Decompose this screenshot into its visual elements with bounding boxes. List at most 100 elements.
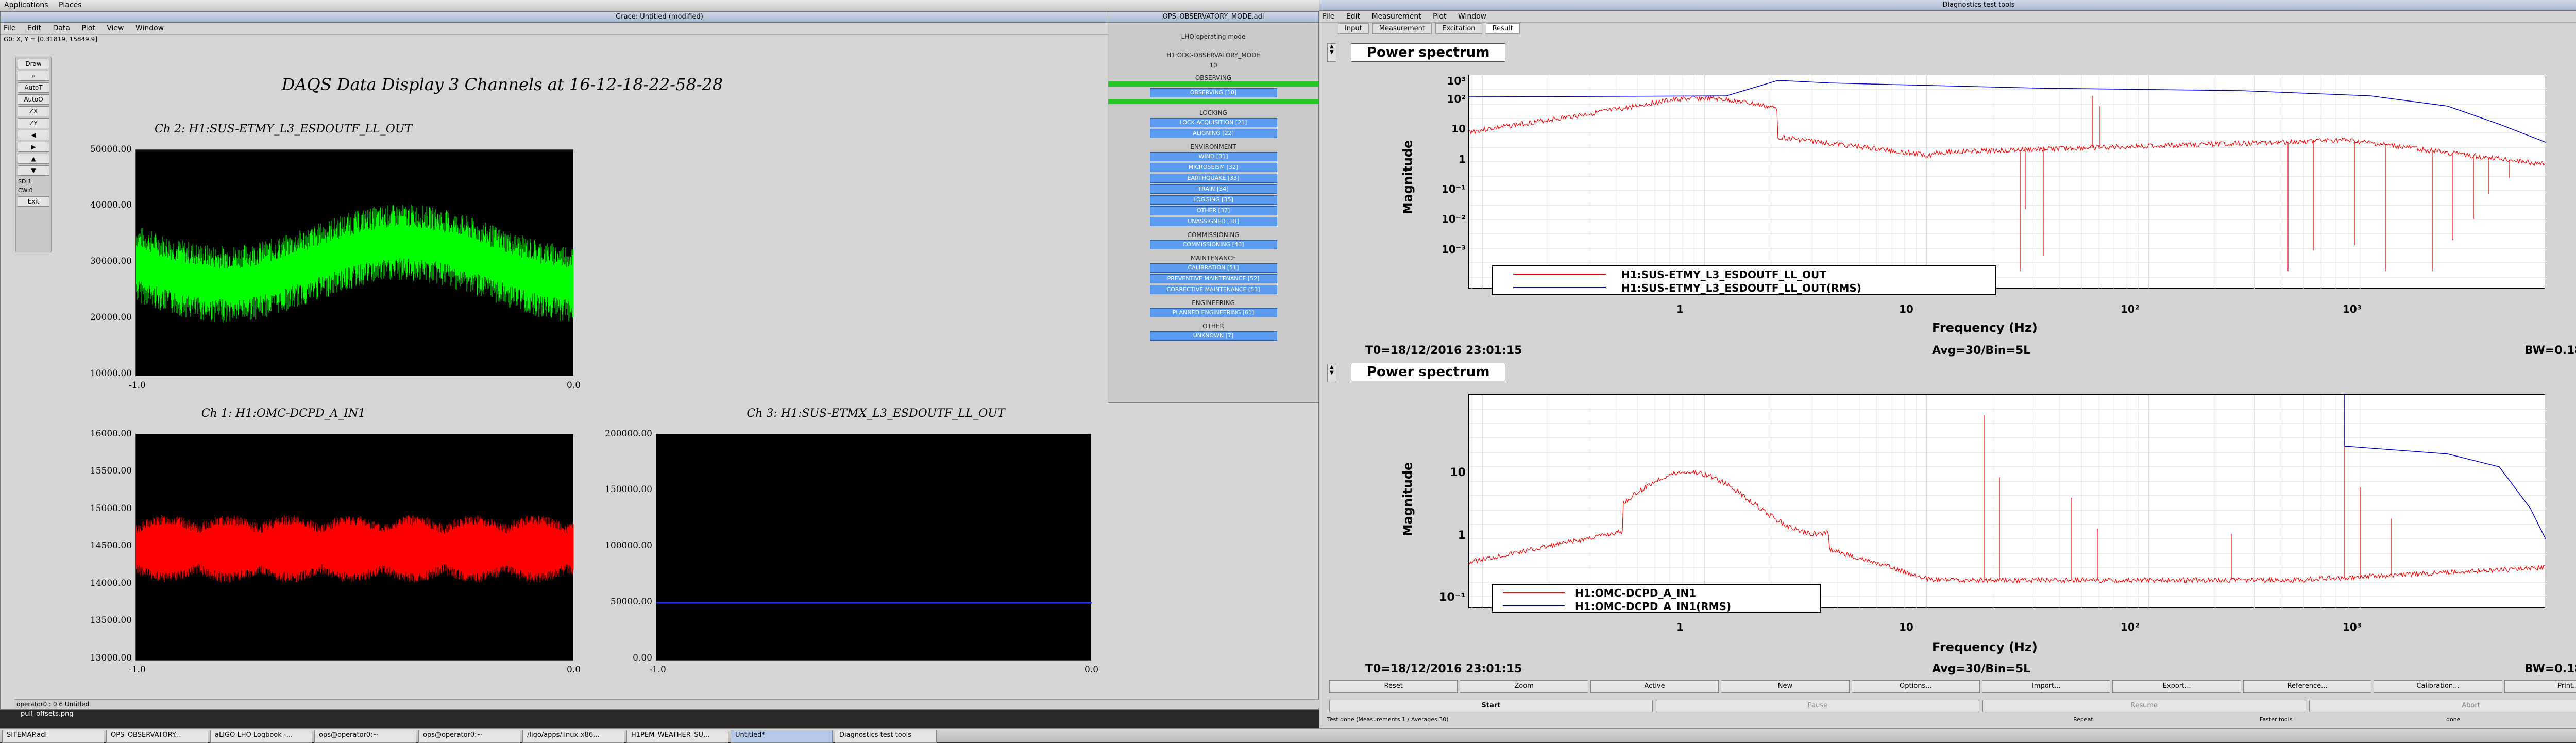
diag-status-done: done <box>2446 716 2461 723</box>
diag-status-bar: Test done (Measurements 1 / Averages 30)… <box>1327 716 2576 725</box>
resume-button[interactable]: Resume <box>1982 700 2306 712</box>
menu-plot[interactable]: Plot <box>81 24 95 32</box>
p1-ytick: 10 <box>1451 123 1466 135</box>
abort-button[interactable]: Abort <box>2309 700 2576 712</box>
task-apps-folder[interactable]: /ligo/apps/linux-x86... <box>522 730 624 743</box>
reference-button[interactable]: Reference... <box>2243 680 2372 693</box>
menu-window[interactable]: Window <box>135 24 164 32</box>
mode-button[interactable]: ALIGNING [22] <box>1149 129 1277 138</box>
mode-button[interactable]: LOGGING [35] <box>1149 195 1277 205</box>
new-button[interactable]: New <box>1721 680 1850 693</box>
menu-file[interactable]: File <box>4 24 15 32</box>
active-button[interactable]: Active <box>1590 680 1719 693</box>
zoom-y-button[interactable]: ZY <box>18 118 49 128</box>
tab-measurement[interactable]: Measurement <box>1372 23 1432 34</box>
task-grace-untitled[interactable]: Untitled* <box>731 730 833 743</box>
start-button[interactable]: Start <box>1329 700 1653 712</box>
mode-button[interactable]: LOCK ACQUISITION [21] <box>1149 118 1277 127</box>
ch1-plot[interactable] <box>135 434 574 661</box>
obs-section-header: ENGINEERING <box>1192 299 1235 307</box>
mode-button[interactable]: UNASSIGNED [38] <box>1149 217 1277 226</box>
zoom-icon[interactable]: ⌕ <box>18 71 49 81</box>
ch1-xtick: 0.0 <box>567 665 581 675</box>
mode-button[interactable]: EARTHQUAKE [33] <box>1149 174 1277 183</box>
export-button[interactable]: Export... <box>2112 680 2241 693</box>
arrow-up-icon[interactable]: ▲ <box>18 154 49 164</box>
autoscale-button[interactable]: AutoT <box>18 82 49 93</box>
task-logbook[interactable]: aLIGO LHO Logbook -... <box>210 730 312 743</box>
pause-button[interactable]: Pause <box>1656 700 1979 712</box>
mode-button[interactable]: PREVENTIVE MAINTENANCE [52] <box>1149 274 1277 283</box>
diag-menu-measurement[interactable]: Measurement <box>1371 12 1421 21</box>
options-button[interactable]: Options... <box>1851 680 1980 693</box>
set-display: SD:1 <box>18 178 32 185</box>
mode-button[interactable]: COMMISSIONING [40] <box>1149 240 1277 249</box>
mode-button[interactable]: OTHER [37] <box>1149 206 1277 215</box>
mode-button[interactable]: CALIBRATION [51] <box>1149 263 1277 273</box>
autoorient-button[interactable]: AutoO <box>18 94 49 105</box>
ch2-ytick: 50000.00 <box>90 144 132 155</box>
arrow-left-icon[interactable]: ◀ <box>18 130 49 140</box>
arrow-right-icon[interactable]: ▶ <box>18 142 49 152</box>
ch3-trace <box>656 602 1092 604</box>
diag-menu-file[interactable]: File <box>1323 12 1334 21</box>
panel1-plot[interactable] <box>1468 75 2546 289</box>
mode-button[interactable]: CORRECTIVE MAINTENANCE [53] <box>1149 285 1277 294</box>
arrow-down-icon[interactable]: ▼ <box>18 165 49 176</box>
diag-title: Diagnostics test tools <box>1319 0 2576 11</box>
ch2-trace <box>135 205 574 323</box>
task-terminal-2[interactable]: ops@operator0:~ <box>418 730 520 743</box>
draw-button[interactable]: Draw <box>18 59 49 69</box>
zoom-button[interactable]: Zoom <box>1460 680 1588 693</box>
panel2-svg <box>1468 384 2546 609</box>
ch1-trace <box>135 515 574 583</box>
import-button[interactable]: Import... <box>1982 680 2111 693</box>
p2-ytick: 10 <box>1450 466 1466 479</box>
panel2-label: Power spectrum <box>1351 363 1506 381</box>
ch3-yaxis: 200000.00 150000.00 100000.00 50000.00 0… <box>598 429 654 666</box>
desktop-file-label[interactable]: pull_offsets.png <box>21 710 74 718</box>
task-terminal-1[interactable]: ops@operator0:~ <box>314 730 416 743</box>
panel2-plot[interactable] <box>1468 384 2546 609</box>
reset-button[interactable]: Reset <box>1329 680 1458 693</box>
places-menu[interactable]: Places <box>55 0 86 10</box>
panel1-label: Power spectrum <box>1351 43 1506 62</box>
diag-menu-window[interactable]: Window <box>1458 12 1486 21</box>
print-button[interactable]: Print... <box>2504 680 2576 693</box>
p2-xtick: 10 <box>1899 621 1913 633</box>
diag-menu-bar: File Edit Measurement Plot Window <box>1319 11 2576 23</box>
task-weather[interactable]: H1PEM_WEATHER_SU... <box>626 730 728 743</box>
mode-button[interactable]: TRAIN [34] <box>1149 184 1277 194</box>
taskbar: SITEMAP.adl OPS_OBSERVATORY... aLIGO LHO… <box>0 728 2576 743</box>
task-ops-observatory[interactable]: OPS_OBSERVATORY... <box>106 730 208 743</box>
calibration-button[interactable]: Calibration... <box>2374 680 2502 693</box>
tab-result[interactable]: Result <box>1485 23 1520 34</box>
panel1-avg: Avg=30/Bin=5L <box>1932 344 2031 357</box>
menu-data[interactable]: Data <box>53 24 70 32</box>
menu-view[interactable]: View <box>107 24 124 32</box>
mode-button[interactable]: UNKNOWN [7] <box>1149 331 1277 341</box>
ch2-plot[interactable] <box>135 149 574 376</box>
ch3-plot[interactable] <box>656 434 1092 661</box>
exit-button[interactable]: Exit <box>18 196 49 207</box>
p1-xtick: 1 <box>1676 303 1684 315</box>
applications-menu[interactable]: Applications <box>0 0 53 10</box>
tab-excitation[interactable]: Excitation <box>1435 23 1482 34</box>
diag-menu-edit[interactable]: Edit <box>1346 12 1360 21</box>
task-sitemap[interactable]: SITEMAP.adl <box>2 730 104 743</box>
mode-button[interactable]: OBSERVING [10] <box>1149 88 1277 97</box>
grace-main-title: DAQS Data Display 3 Channels at 16-12-18… <box>281 75 723 94</box>
panel1-scroll-arrows[interactable]: ▲ ▼ <box>1327 43 1336 62</box>
tab-input[interactable]: Input <box>1338 23 1369 34</box>
task-diagnostics[interactable]: Diagnostics test tools <box>835 730 937 743</box>
panel2-xaxis: 1 10 10² 10³ <box>1468 621 2545 633</box>
obs-section-header: COMMISSIONING <box>1187 231 1240 239</box>
chart-ch1-title: Ch 1: H1:OMC-DCPD_A_IN1 <box>201 407 366 420</box>
panel2-scroll-arrows[interactable]: ▲ ▼ <box>1327 364 1336 382</box>
menu-edit[interactable]: Edit <box>27 24 41 32</box>
diag-menu-plot[interactable]: Plot <box>1433 12 1446 21</box>
zoom-x-button[interactable]: ZX <box>18 106 49 116</box>
mode-button[interactable]: PLANNED ENGINEERING [61] <box>1149 308 1277 317</box>
mode-button[interactable]: MICROSEISM [32] <box>1149 163 1277 172</box>
mode-button[interactable]: WIND [31] <box>1149 152 1277 161</box>
